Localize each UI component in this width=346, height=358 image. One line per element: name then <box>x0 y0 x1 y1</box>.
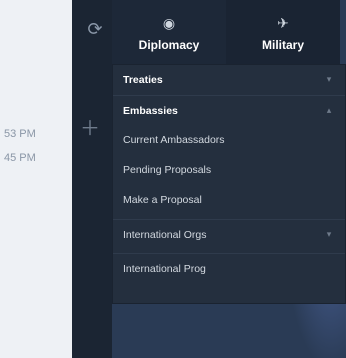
chevron-down-icon: ▾ <box>326 74 332 84</box>
menu-item-treaties[interactable]: Treaties ▾ <box>113 65 345 95</box>
menu-item-international-orgs[interactable]: International Orgs ▾ <box>113 219 345 249</box>
left-panel: 53 PM 45 PM <box>0 0 72 358</box>
refresh-icon[interactable]: ⟳ <box>86 20 104 38</box>
side-strip <box>72 0 112 358</box>
menu-item-make-a-proposal[interactable]: Make a Proposal <box>113 185 345 215</box>
menu-item-label: Treaties <box>123 74 163 86</box>
chevron-down-icon: ▾ <box>326 229 332 239</box>
menu-item-label: Make a Proposal <box>123 194 202 206</box>
timestamp: 45 PM <box>4 152 36 164</box>
tab-label: Diplomacy <box>138 38 200 52</box>
tab-diplomacy[interactable]: ◉ Diplomacy <box>112 0 226 64</box>
menu-item-label: Current Ambassadors <box>123 134 225 146</box>
menu-item-label: Pending Proposals <box>123 164 212 176</box>
menu-item-embassies[interactable]: Embassies ▴ <box>113 95 345 125</box>
menu-item-label: International Prog <box>123 262 206 275</box>
globe-icon: ◉ <box>162 15 176 31</box>
plus-icon[interactable]: ＋ <box>80 119 100 139</box>
menu-item-pending-proposals[interactable]: Pending Proposals <box>113 155 345 185</box>
menu-item-label: Embassies <box>123 104 178 117</box>
jet-icon: ✈ <box>277 15 289 31</box>
menu-item-label: International Orgs <box>123 228 207 241</box>
diplomacy-menu: Treaties ▾ Embassies ▴ Current Ambassado… <box>112 64 346 304</box>
timestamp: 53 PM <box>4 128 36 140</box>
menu-item-current-ambassadors[interactable]: Current Ambassadors <box>113 125 345 155</box>
tab-bar: ◉ Diplomacy ✈ Military <box>112 0 346 64</box>
menu-item-international-prog[interactable]: International Prog <box>113 253 345 283</box>
tab-label: Military <box>261 38 304 52</box>
chevron-up-icon: ▴ <box>326 105 332 115</box>
tab-military[interactable]: ✈ Military <box>226 0 340 64</box>
